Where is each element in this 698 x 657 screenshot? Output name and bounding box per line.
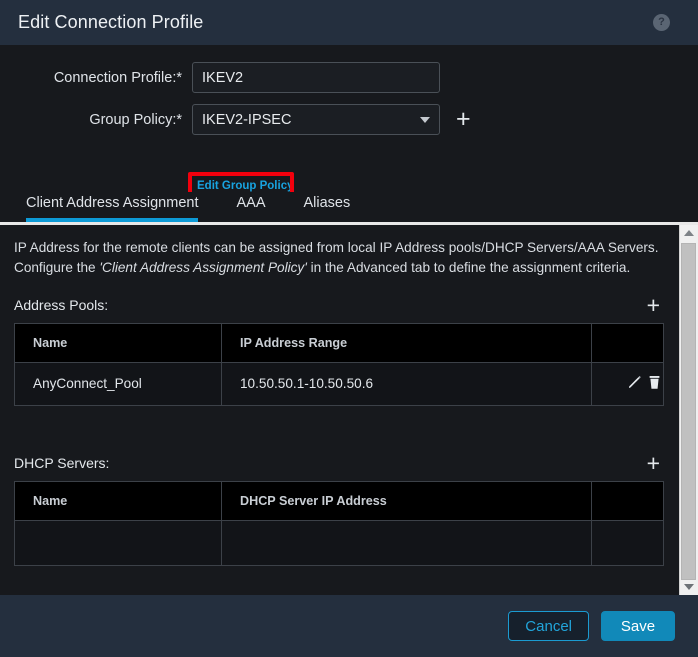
add-dhcp-server-button[interactable]: + (647, 451, 660, 475)
dhcp-servers-tbody (14, 520, 664, 566)
scrollbar-track[interactable] (680, 241, 698, 580)
dhcp-empty-actions (591, 520, 664, 566)
panel-description: IP Address for the remote clients can be… (14, 238, 659, 278)
connection-profile-input[interactable] (192, 62, 440, 93)
tab-client-address-assignment[interactable]: Client Address Assignment (26, 195, 199, 222)
content-scrollbar[interactable] (679, 225, 698, 595)
help-circle-icon[interactable]: ? (653, 14, 670, 31)
description-emphasis: 'Client Address Assignment Policy' (99, 259, 307, 275)
scroll-down-arrow-icon[interactable] (680, 579, 698, 595)
client-address-assignment-panel: IP Address for the remote clients can be… (0, 225, 679, 595)
profile-form: Connection Profile:* Group Policy:* IKEV… (0, 45, 698, 202)
address-pools-header-row: Name IP Address Range (14, 322, 664, 363)
dhcp-servers-title: DHCP Servers: (14, 455, 110, 472)
edit-connection-profile-dialog: Edit Connection Profile ? Connection Pro… (0, 0, 698, 657)
tab-aliases[interactable]: Aliases (304, 195, 351, 222)
address-pools-header: Address Pools: + (14, 293, 664, 317)
add-address-pool-button[interactable]: + (647, 293, 660, 317)
address-pools-tbody: AnyConnect_Pool 10.50.50.1-10.50.50.6 (14, 362, 664, 406)
content-wrap: IP Address for the remote clients can be… (0, 225, 698, 595)
dialog-footer: Cancel Save (0, 595, 698, 657)
dhcp-servers-header: DHCP Servers: + (14, 451, 664, 475)
dhcp-empty-ip (221, 520, 592, 566)
scrollbar-thumb[interactable] (681, 243, 696, 580)
add-group-policy-button[interactable]: + (456, 107, 471, 132)
pencil-icon[interactable] (626, 374, 643, 391)
description-part2: in the Advanced tab to define the assign… (306, 259, 631, 275)
trash-icon[interactable] (646, 374, 663, 391)
address-pools-table: Name IP Address Range AnyConnect_Pool 10… (14, 322, 664, 406)
dhcp-empty-name (14, 520, 222, 566)
dialog-title: Edit Connection Profile (18, 12, 204, 32)
dhcp-servers-col-ip: DHCP Server IP Address (221, 480, 592, 521)
scroll-up-arrow-icon[interactable] (680, 225, 698, 241)
group-policy-selected-value: IKEV2-IPSEC (202, 111, 292, 128)
address-pool-actions (591, 362, 664, 406)
address-pools-col-range: IP Address Range (221, 322, 592, 363)
dhcp-servers-header-row: Name DHCP Server IP Address (14, 480, 664, 521)
cancel-button[interactable]: Cancel (508, 611, 589, 641)
address-pools-col-actions (591, 322, 664, 363)
address-pool-name: AnyConnect_Pool (14, 362, 222, 406)
address-pool-range: 10.50.50.1-10.50.50.6 (221, 362, 592, 406)
dhcp-servers-col-name: Name (14, 480, 222, 521)
address-pools-col-name: Name (14, 322, 222, 363)
group-policy-row: Group Policy:* IKEV2-IPSEC + (0, 103, 698, 136)
group-policy-label: Group Policy:* (89, 111, 182, 128)
save-button[interactable]: Save (601, 611, 675, 641)
tab-aaa[interactable]: AAA (236, 195, 265, 222)
group-policy-select-wrap: IKEV2-IPSEC (192, 104, 440, 135)
tab-bar: Client Address Assignment AAA Aliases (0, 192, 698, 222)
dialog-titlebar: Edit Connection Profile ? (0, 0, 698, 45)
group-policy-select[interactable]: IKEV2-IPSEC (192, 104, 440, 135)
table-row-empty (14, 520, 664, 566)
address-pools-title: Address Pools: (14, 297, 109, 314)
table-row[interactable]: AnyConnect_Pool 10.50.50.1-10.50.50.6 (14, 362, 664, 406)
connection-profile-label: Connection Profile:* (53, 69, 182, 86)
address-pools-thead: Name IP Address Range (14, 322, 664, 363)
dhcp-servers-col-actions (591, 480, 664, 521)
dhcp-servers-table: Name DHCP Server IP Address (14, 480, 664, 566)
row-action-icons (626, 374, 663, 391)
connection-profile-row: Connection Profile:* (0, 61, 698, 94)
dhcp-servers-thead: Name DHCP Server IP Address (14, 480, 664, 521)
